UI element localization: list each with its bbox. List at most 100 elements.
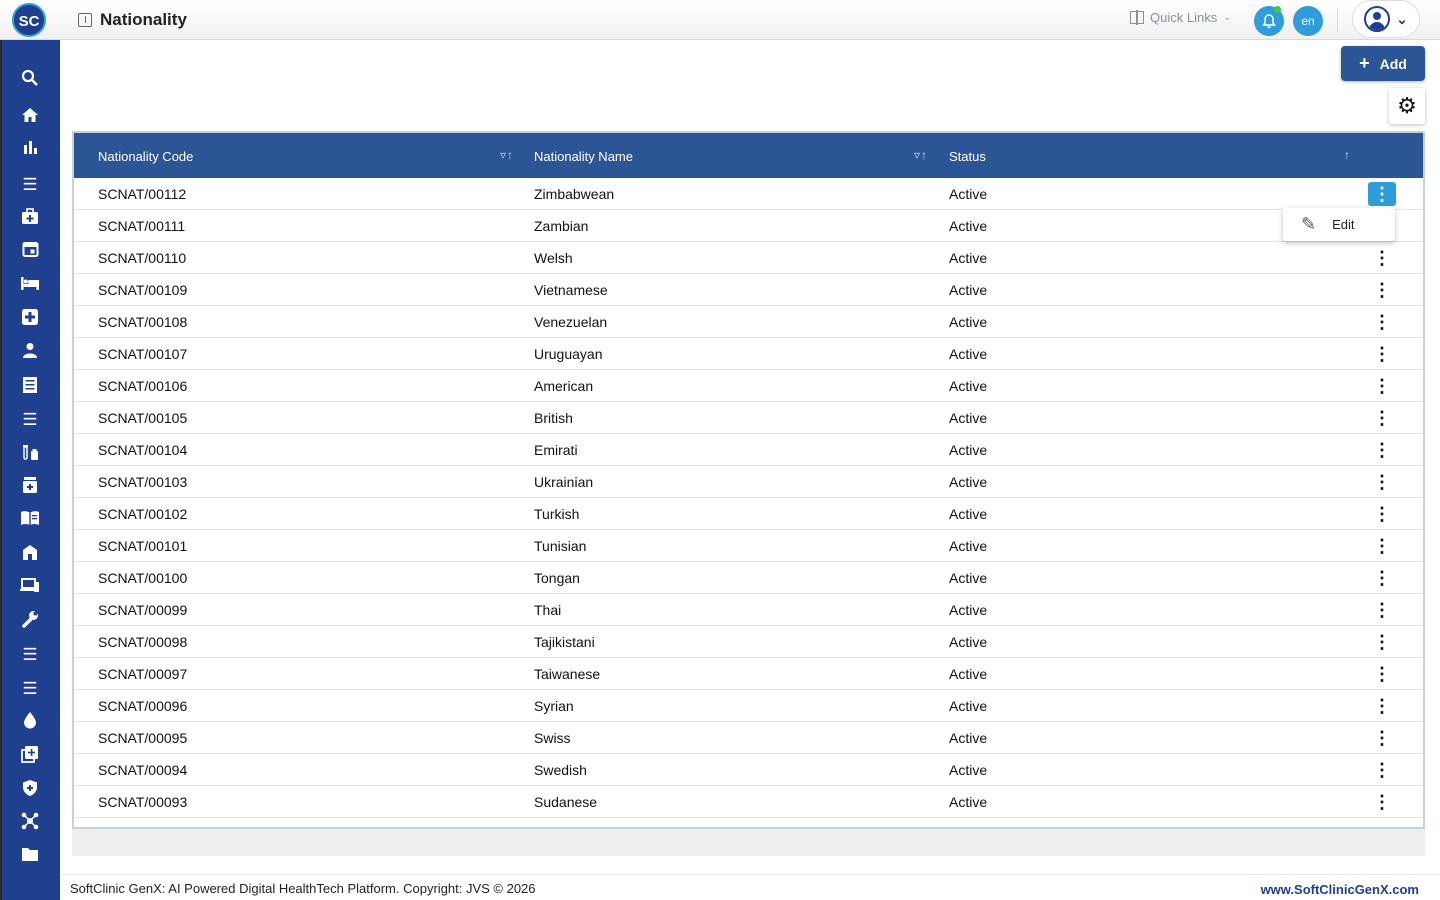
more-options-icon[interactable]: ⋮	[1368, 598, 1396, 622]
app-logo[interactable]: SC	[12, 3, 46, 37]
add-button[interactable]: + Add	[1341, 46, 1425, 81]
table-row[interactable]: SCNAT/00093 Sudanese Active ⋮	[74, 786, 1423, 818]
drop-icon[interactable]	[19, 711, 41, 733]
table-row[interactable]: SCNAT/00108 Venezuelan Active ⋮	[74, 306, 1423, 338]
table-row[interactable]: SCNAT/00106 American Active ⋮	[74, 370, 1423, 402]
medical-plus-icon[interactable]	[19, 308, 41, 330]
more-options-icon[interactable]: ⋮	[1368, 726, 1396, 750]
nationality-code-cell: SCNAT/00098	[98, 634, 188, 650]
pharmacy-icon[interactable]	[19, 476, 41, 498]
footer-website-link[interactable]: www.SoftClinicGenX.com	[1261, 882, 1419, 897]
devices-icon[interactable]	[19, 577, 41, 599]
nationality-code-cell: SCNAT/00100	[98, 570, 188, 586]
status-cell: Active	[949, 250, 988, 266]
nationality-name-cell: American	[534, 378, 594, 394]
hospital-icon[interactable]	[19, 544, 41, 566]
settings-button[interactable]: ⚙	[1389, 88, 1425, 124]
person-icon[interactable]	[19, 342, 41, 364]
status-cell: Active	[949, 602, 988, 618]
bar-chart-icon[interactable]	[19, 139, 41, 161]
more-options-icon[interactable]: ⋮	[1368, 374, 1396, 398]
wrench-icon[interactable]	[19, 610, 41, 632]
table-row[interactable]: SCNAT/00111ZambianActive⋮	[74, 210, 1423, 242]
more-options-icon[interactable]: ⋮	[1368, 662, 1396, 686]
table-row[interactable]: SCNAT/00095 Swiss Active ⋮	[74, 722, 1423, 754]
shield-icon[interactable]	[19, 779, 41, 801]
more-options-icon[interactable]: ⋮	[1368, 278, 1396, 302]
add-box-icon[interactable]	[19, 745, 41, 767]
more-options-icon[interactable]: ⋮	[1368, 566, 1396, 590]
table-row[interactable]: SCNAT/00104 Emirati Active ⋮	[74, 434, 1423, 466]
status-cell: Active	[949, 186, 988, 202]
status-cell: Active	[949, 666, 988, 682]
status-cell: Active	[949, 794, 988, 810]
column-header-nationality-name[interactable]: Nationality Name	[534, 149, 633, 164]
nationality-code-cell: SCNAT/00104	[98, 442, 188, 458]
more-options-icon[interactable]: ⋮	[1368, 182, 1396, 206]
filter-sort-icon[interactable]: ▿↑	[914, 148, 928, 162]
calendar-icon[interactable]	[19, 240, 41, 262]
table-row[interactable]: SCNAT/00112 Zimbabwean Active ⋮	[74, 178, 1423, 210]
status-cell: Active	[949, 442, 988, 458]
folder-icon[interactable]	[19, 846, 41, 868]
more-options-icon[interactable]: ⋮	[1368, 438, 1396, 462]
table-row[interactable]: SCNAT/00102 Turkish Active ⋮	[74, 498, 1423, 530]
column-header-status[interactable]: Status	[949, 149, 986, 164]
nationality-table: Nationality Code ▿↑ Nationality Name ▿↑ …	[72, 131, 1425, 829]
table-row[interactable]: SCNAT/00097 Taiwanese Active ⋮	[74, 658, 1423, 690]
home-icon[interactable]	[19, 106, 41, 128]
more-options-icon[interactable]: ⋮	[1368, 406, 1396, 430]
status-cell: Active	[949, 218, 988, 234]
table-row[interactable]: SCNAT/00101 Tunisian Active ⋮	[74, 530, 1423, 562]
sort-up-icon[interactable]: ↑	[1344, 148, 1351, 162]
edit-menu-item[interactable]: Edit	[1332, 217, 1354, 232]
user-menu-button[interactable]: ⌄	[1352, 0, 1420, 38]
table-row[interactable]: SCNAT/00099 Thai Active ⋮	[74, 594, 1423, 626]
medical-bag-icon[interactable]	[19, 207, 41, 229]
table-row[interactable]: SCNAT/00098 Tajikistani Active ⋮	[74, 626, 1423, 658]
more-options-icon[interactable]: ⋮	[1368, 502, 1396, 526]
top-bar: SC Nationality Quick Links ⌄ en ⌄	[0, 0, 1440, 40]
more-options-icon[interactable]: ⋮	[1368, 534, 1396, 558]
more-options-icon[interactable]: ⋮	[1368, 342, 1396, 366]
row-action-menu[interactable]: ✎ Edit	[1283, 208, 1395, 241]
status-cell: Active	[949, 538, 988, 554]
bed-icon[interactable]	[19, 275, 41, 297]
table-row[interactable]: SCNAT/00094 Swedish Active ⋮	[74, 754, 1423, 786]
notifications-button[interactable]	[1254, 6, 1284, 36]
quick-links-dropdown[interactable]: Quick Links ⌄	[1130, 10, 1231, 25]
nationality-name-cell: Thai	[534, 602, 562, 618]
filter-sort-icon[interactable]: ▿↑	[500, 148, 514, 162]
nationality-name-cell: Emirati	[534, 442, 578, 458]
more-options-icon[interactable]: ⋮	[1368, 790, 1396, 814]
table-row[interactable]: SCNAT/00107 Uruguayan Active ⋮	[74, 338, 1423, 370]
network-icon[interactable]	[19, 812, 41, 834]
more-options-icon[interactable]: ⋮	[1368, 310, 1396, 334]
menu-icon[interactable]: ☰	[19, 174, 41, 196]
menu-icon[interactable]: ☰	[19, 409, 41, 431]
menu-icon[interactable]: ☰	[19, 678, 41, 700]
column-header-nationality-code[interactable]: Nationality Code	[98, 149, 193, 164]
table-row[interactable]: SCNAT/00110 Welsh Active ⋮	[74, 242, 1423, 274]
language-button[interactable]: en	[1293, 6, 1323, 36]
document-icon[interactable]	[19, 376, 41, 398]
table-row[interactable]: SCNAT/00109 Vietnamese Active ⋮	[74, 274, 1423, 306]
more-options-icon[interactable]: ⋮	[1368, 694, 1396, 718]
more-options-icon[interactable]: ⋮	[1368, 470, 1396, 494]
nationality-name-cell: Syrian	[534, 698, 574, 714]
status-cell: Active	[949, 698, 988, 714]
book-icon[interactable]	[19, 510, 41, 532]
menu-icon[interactable]: ☰	[19, 644, 41, 666]
more-options-icon[interactable]: ⋮	[1368, 246, 1396, 270]
more-options-icon[interactable]: ⋮	[1368, 630, 1396, 654]
more-options-icon[interactable]: ⋮	[1368, 758, 1396, 782]
table-row[interactable]: SCNAT/00105 British Active ⋮	[74, 402, 1423, 434]
nationality-name-cell: Tajikistani	[534, 634, 595, 650]
table-row[interactable]: SCNAT/00100 Tongan Active ⋮	[74, 562, 1423, 594]
lab-tubes-icon[interactable]	[19, 443, 41, 465]
pencil-icon: ✎	[1301, 214, 1317, 234]
nationality-name-cell: Tunisian	[534, 538, 587, 554]
table-row[interactable]: SCNAT/00103 Ukrainian Active ⋮	[74, 466, 1423, 498]
table-row[interactable]: SCNAT/00096 Syrian Active ⋮	[74, 690, 1423, 722]
search-icon[interactable]	[19, 69, 41, 91]
